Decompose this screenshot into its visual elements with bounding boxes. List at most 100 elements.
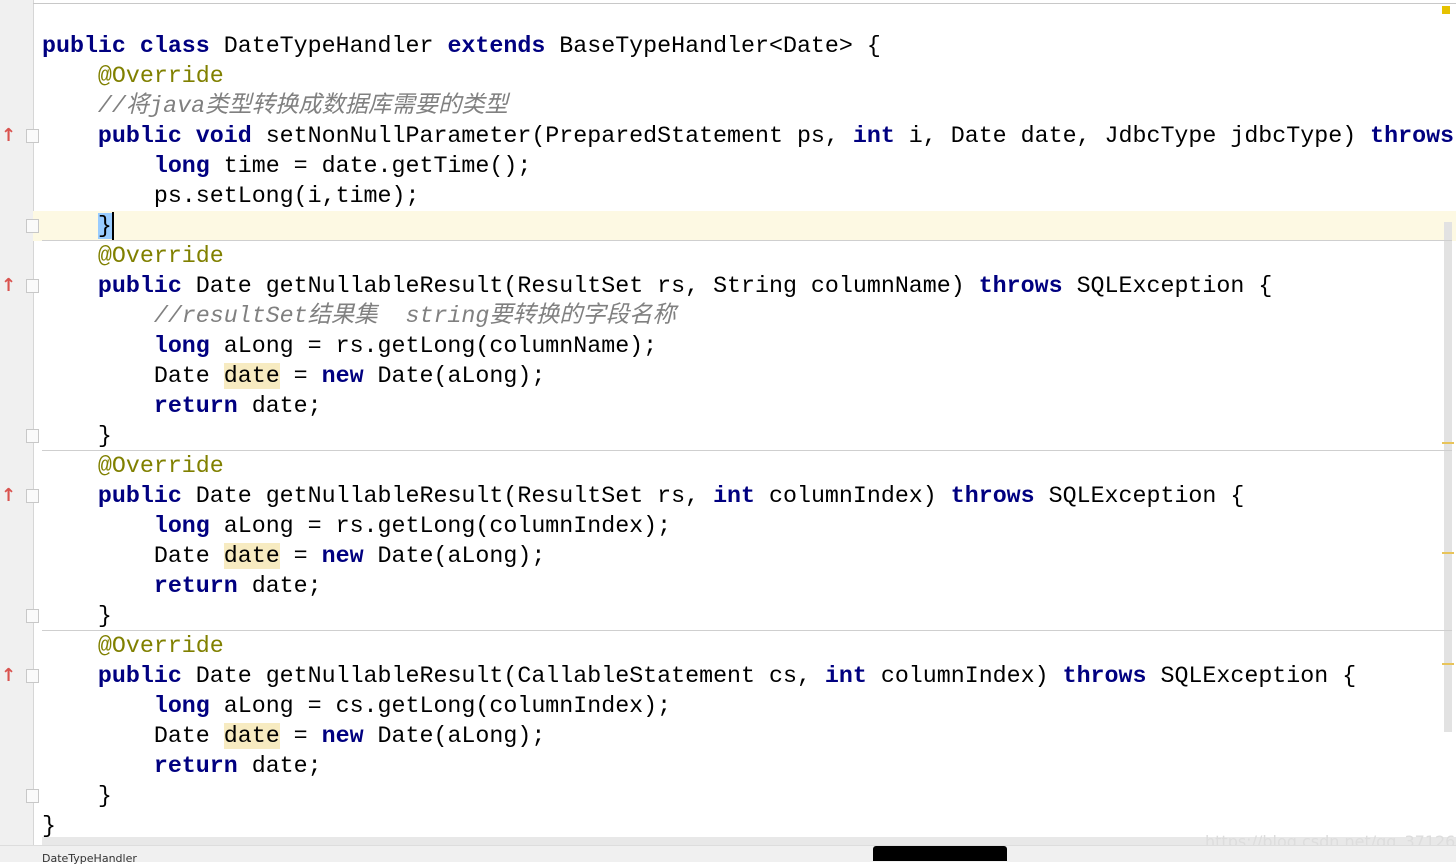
scroll-marker[interactable]	[1442, 663, 1454, 665]
fold-marker-icon[interactable]	[26, 609, 39, 623]
code-line[interactable]: return date;	[42, 571, 1456, 601]
code-line[interactable]: public class DateTypeHandler extends Bas…	[42, 31, 1456, 61]
annotation: @Override	[97, 243, 224, 269]
keyword: throws	[950, 483, 1049, 509]
scrollbar[interactable]	[1444, 222, 1452, 732]
code-line[interactable]: }	[42, 421, 1456, 451]
code-line[interactable]: }	[42, 601, 1456, 631]
code-text: Date getNullableResult(CallableStatement…	[195, 663, 825, 689]
code-line[interactable]: public void setNonNullParameter(Prepared…	[42, 121, 1456, 151]
keyword: throws	[978, 273, 1077, 299]
keyword: long	[153, 333, 224, 359]
code-text: BaseTypeHandler<Date> {	[559, 33, 881, 59]
scroll-marker[interactable]	[1442, 552, 1454, 554]
keyword: long	[153, 693, 224, 719]
keyword: int	[852, 123, 909, 149]
code-line[interactable]: Date date = new Date(aLong);	[42, 361, 1456, 391]
code-line[interactable]: return date;	[42, 391, 1456, 421]
code-text: columnIndex)	[880, 663, 1063, 689]
code-text: }	[42, 603, 112, 629]
keyword: return	[153, 393, 252, 419]
breadcrumb-class[interactable]: DateTypeHandler	[42, 852, 137, 865]
code-text: Date(aLong);	[377, 363, 546, 389]
fold-marker-icon[interactable]	[26, 789, 39, 803]
code-text: date;	[251, 753, 322, 779]
highlighted-usage: date	[223, 723, 280, 749]
text-caret	[112, 212, 114, 240]
fold-marker-icon[interactable]	[26, 489, 39, 503]
code-text: aLong = rs.getLong(columnIndex);	[223, 513, 672, 539]
override-arrow-icon[interactable]: ↑	[1, 667, 16, 685]
code-line[interactable]: //将java类型转换成数据库需要的类型	[42, 91, 1456, 121]
override-arrow-icon[interactable]: ↑	[1, 277, 16, 295]
code-line[interactable]: @Override	[42, 241, 1456, 271]
comment: //将java类型转换成数据库需要的类型	[97, 93, 508, 119]
code-text: setNonNullParameter(PreparedStatement ps…	[265, 123, 853, 149]
keyword: throws	[1370, 123, 1455, 149]
keyword: long	[153, 513, 224, 539]
code-line[interactable]: long time = date.getTime();	[42, 151, 1456, 181]
code-line[interactable]: ps.setLong(i,time);	[42, 181, 1456, 211]
code-line[interactable]: Date date = new Date(aLong);	[42, 721, 1456, 751]
fold-marker-icon[interactable]	[26, 429, 39, 443]
keyword: public void	[97, 123, 266, 149]
scroll-marker[interactable]	[1442, 442, 1454, 444]
code-line[interactable]: Date date = new Date(aLong);	[42, 541, 1456, 571]
code-text: Date getNullableResult(ResultSet rs, Str…	[195, 273, 979, 299]
code-text: Date	[42, 723, 224, 749]
code-text: SQLException {	[1048, 483, 1245, 509]
inspection-status-icon[interactable]	[1442, 6, 1450, 14]
code-line[interactable]: public Date getNullableResult(ResultSet …	[42, 481, 1456, 511]
override-arrow-icon[interactable]: ↑	[1, 127, 16, 145]
fold-marker-icon[interactable]	[26, 129, 39, 143]
code-editor[interactable]: public class DateTypeHandler extends Bas…	[33, 31, 1456, 841]
code-line[interactable]: public Date getNullableResult(ResultSet …	[42, 271, 1456, 301]
highlighted-usage: date	[223, 543, 280, 569]
code-line[interactable]: }	[33, 211, 1456, 241]
code-text: }	[42, 423, 112, 449]
fold-marker-icon[interactable]	[26, 279, 39, 293]
annotation: @Override	[97, 63, 224, 89]
code-line[interactable]: @Override	[42, 631, 1456, 661]
code-text: date;	[251, 573, 322, 599]
matched-brace: }	[97, 213, 112, 239]
code-line[interactable]: long aLong = rs.getLong(columnIndex);	[42, 511, 1456, 541]
code-line[interactable]: public Date getNullableResult(CallableSt…	[42, 661, 1456, 691]
method-separator	[42, 450, 1452, 451]
fold-marker-icon[interactable]	[26, 219, 39, 233]
code-line[interactable]: }	[42, 781, 1456, 811]
keyword: public	[97, 663, 196, 689]
code-line[interactable]: long aLong = rs.getLong(columnName);	[42, 331, 1456, 361]
keyword: extends	[447, 33, 560, 59]
code-text: DateTypeHandler	[223, 33, 448, 59]
keyword: long	[153, 153, 224, 179]
code-line[interactable]: @Override	[42, 451, 1456, 481]
code-text: ps.setLong(i,time);	[42, 183, 420, 209]
fold-marker-icon[interactable]	[26, 669, 39, 683]
annotation: @Override	[97, 633, 224, 659]
code-line[interactable]: @Override	[42, 61, 1456, 91]
keyword: return	[153, 753, 252, 779]
code-text: Date	[42, 363, 224, 389]
method-separator	[42, 240, 1452, 241]
comment: //resultSet结果集 string要转换的字段名称	[153, 303, 676, 329]
code-line[interactable]: //resultSet结果集 string要转换的字段名称	[42, 301, 1456, 331]
code-text: Date getNullableResult(ResultSet rs,	[195, 483, 714, 509]
code-text: date;	[251, 393, 322, 419]
override-arrow-icon[interactable]: ↑	[1, 487, 16, 505]
code-line[interactable]: return date;	[42, 751, 1456, 781]
code-line[interactable]: long aLong = cs.getLong(columnIndex);	[42, 691, 1456, 721]
code-text: }	[42, 783, 112, 809]
